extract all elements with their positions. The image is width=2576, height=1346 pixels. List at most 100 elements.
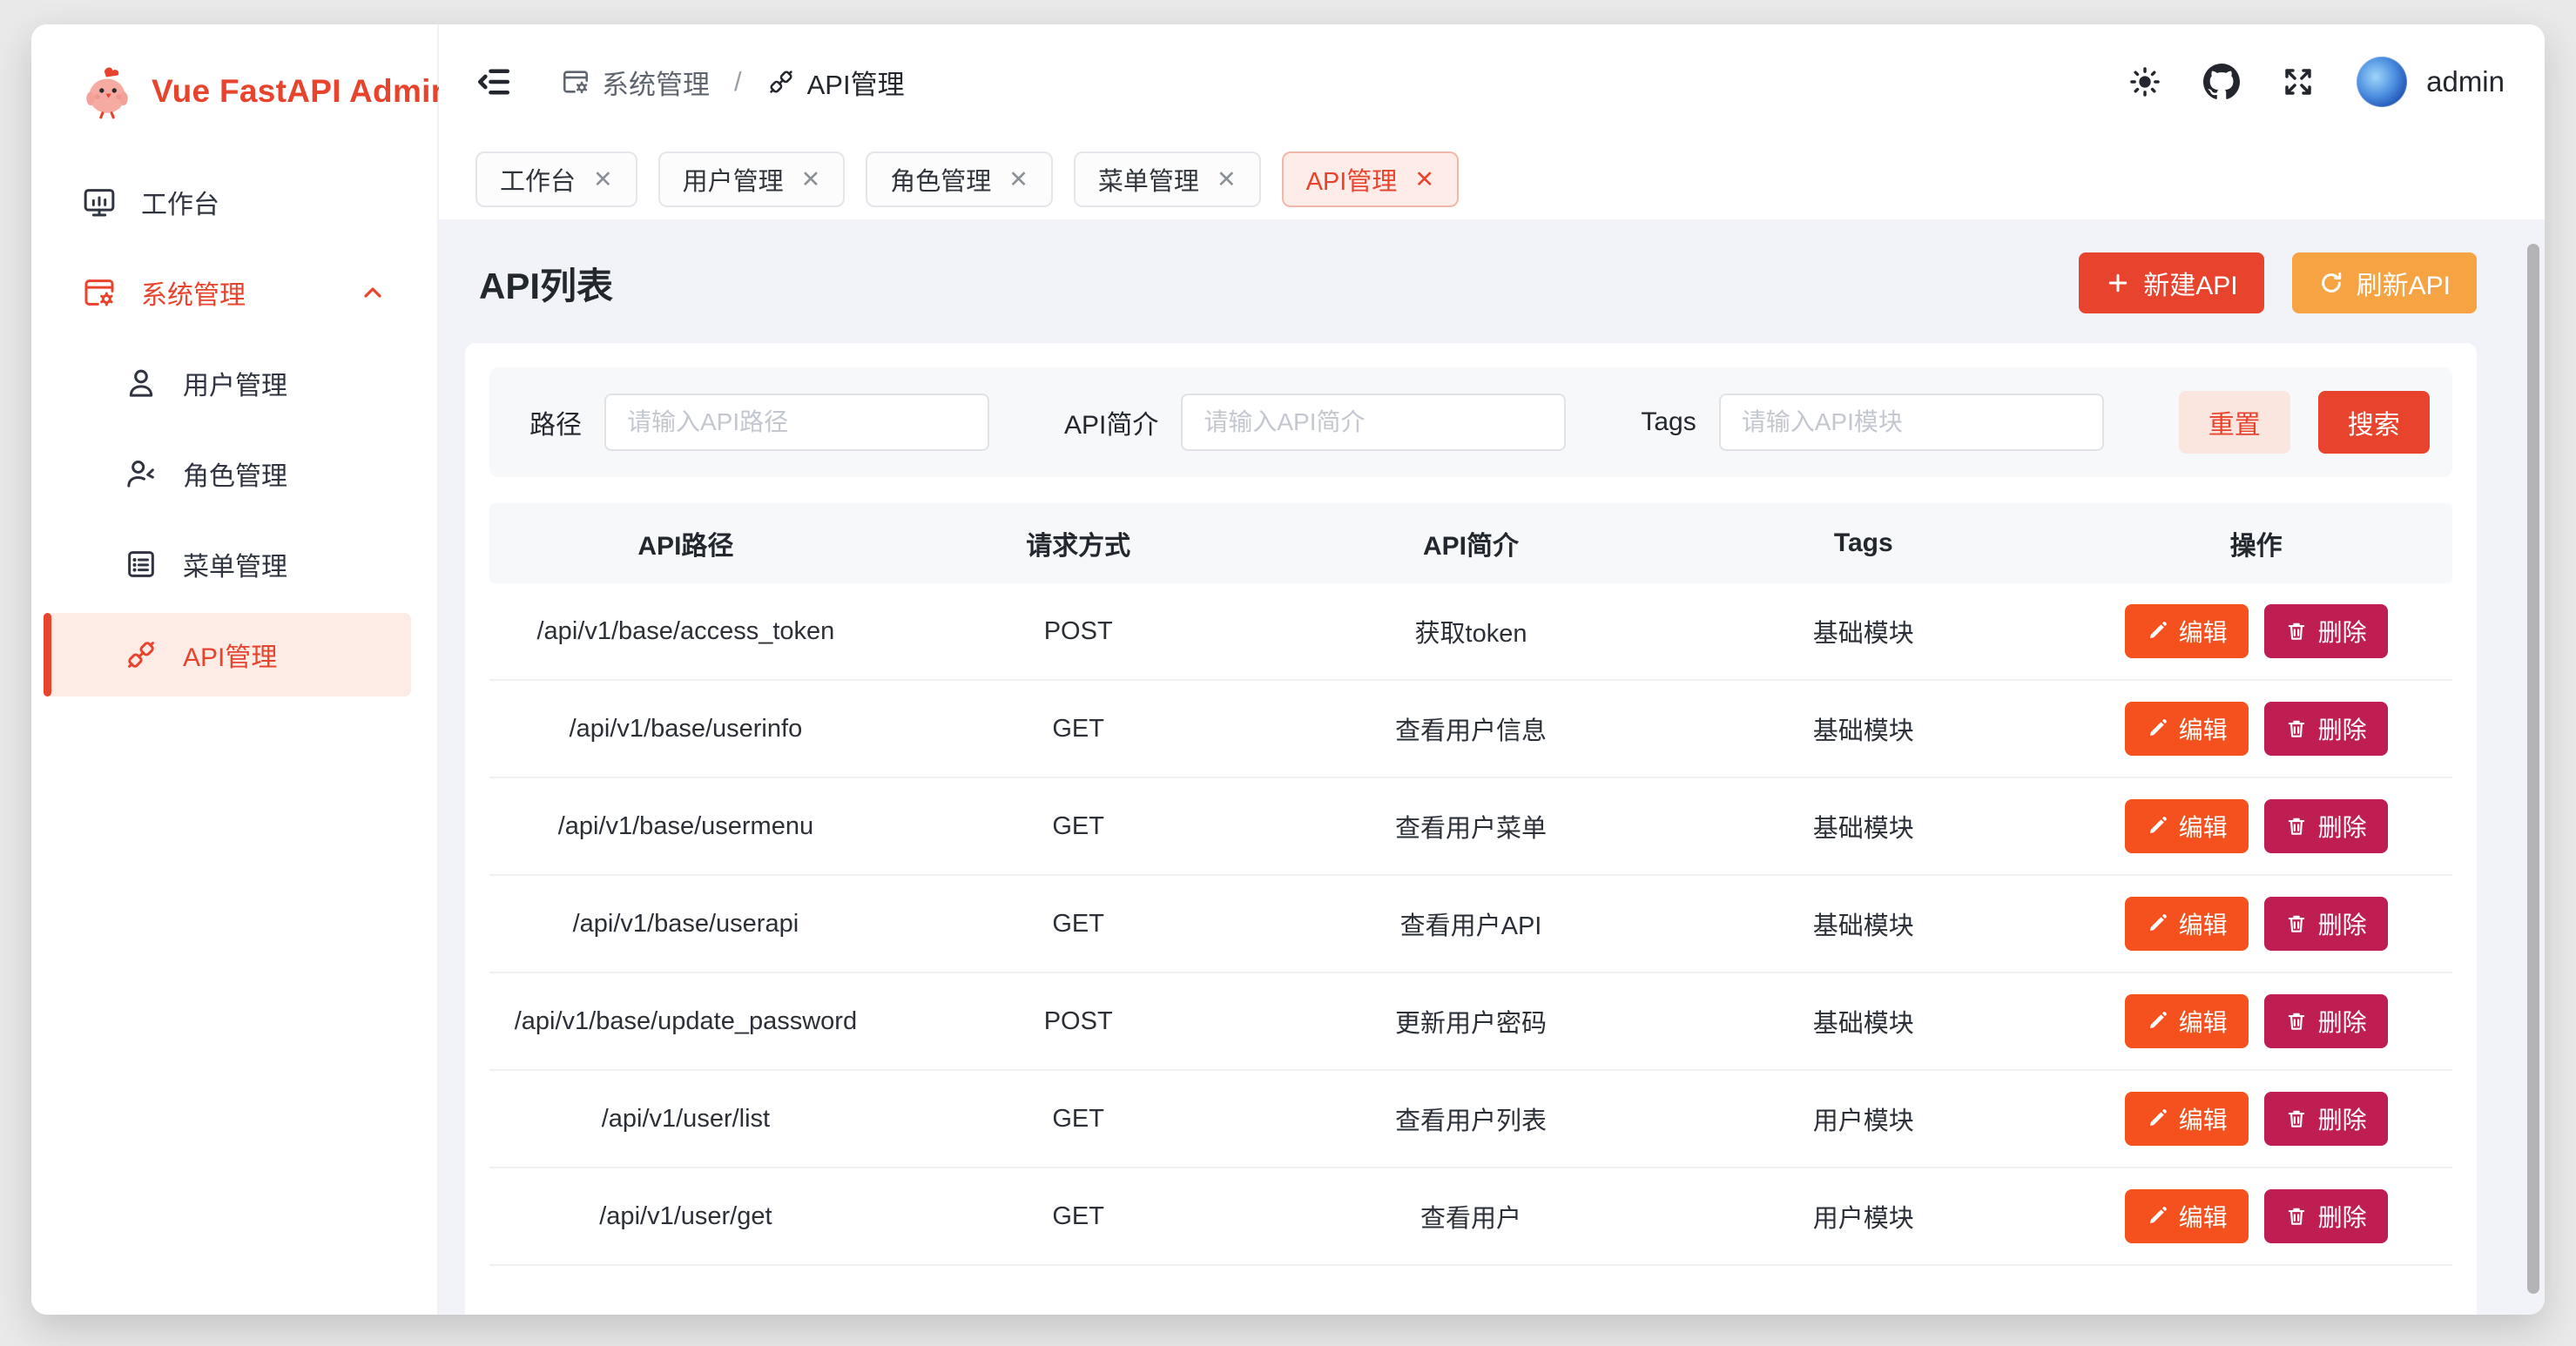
tab-label: API管理 <box>1306 161 1398 198</box>
github-icon[interactable] <box>2203 64 2240 100</box>
breadcrumb-label: 系统管理 <box>602 63 710 102</box>
edit-button[interactable]: 编辑 <box>2125 604 2249 658</box>
refresh-api-label: 刷新API <box>2357 264 2451 302</box>
pencil-icon <box>2146 1010 2168 1033</box>
cell-path: /api/v1/base/update_password <box>489 1007 882 1036</box>
tab-label: 工作台 <box>500 161 576 198</box>
delete-button[interactable]: 删除 <box>2264 799 2388 853</box>
reset-button[interactable]: 重置 <box>2179 391 2290 454</box>
user-icon <box>124 366 158 400</box>
delete-label: 删除 <box>2318 614 2367 649</box>
close-tab-icon[interactable]: ✕ <box>801 168 821 192</box>
monitor-icon <box>82 185 117 219</box>
cell-tags: 用户模块 <box>1667 1198 2060 1235</box>
tab-users[interactable]: 用户管理 ✕ <box>658 151 846 207</box>
cell-path: /api/v1/base/usermenu <box>489 812 882 841</box>
breadcrumb-label: API管理 <box>807 63 905 102</box>
tab-api[interactable]: API管理 ✕ <box>1282 151 1459 207</box>
cell-summary: 查看用户 <box>1275 1198 1668 1235</box>
refresh-api-button[interactable]: 刷新API <box>2292 252 2477 313</box>
tab-label: 用户管理 <box>683 161 784 198</box>
role-icon <box>124 456 158 491</box>
sidebar-item-menus[interactable]: 菜单管理 <box>44 522 411 606</box>
page-title: API列表 <box>479 257 613 310</box>
app-logo[interactable]: Vue FastAPI Admin <box>31 24 437 143</box>
sidebar-item-label: 工作台 <box>141 183 219 221</box>
refresh-icon <box>2318 270 2344 296</box>
table-row: /api/v1/base/userinfo GET 查看用户信息 基础模块 编辑… <box>489 681 2452 778</box>
close-tab-icon[interactable]: ✕ <box>1414 168 1434 192</box>
cell-tags: 基础模块 <box>1667 710 2060 747</box>
delete-button[interactable]: 删除 <box>2264 1189 2388 1243</box>
theme-toggle-sun-icon[interactable] <box>2128 65 2161 98</box>
system-gear-icon <box>561 67 590 97</box>
delete-button[interactable]: 删除 <box>2264 1092 2388 1146</box>
trash-icon <box>2285 1205 2308 1228</box>
breadcrumb: 系统管理 / API管理 <box>561 63 905 102</box>
close-tab-icon[interactable]: ✕ <box>1008 168 1028 192</box>
breadcrumb-separator: / <box>727 66 749 98</box>
api-list-card: 路径 API简介 Tags 重置 搜索 <box>465 343 2477 1315</box>
cell-tags: 基础模块 <box>1667 808 2060 845</box>
cell-actions: 编辑 删除 <box>2060 897 2452 951</box>
cell-summary: 获取token <box>1275 613 1668 649</box>
cell-tags: 基础模块 <box>1667 905 2060 942</box>
cell-path: /api/v1/user/list <box>489 1105 882 1134</box>
delete-button[interactable]: 删除 <box>2264 897 2388 951</box>
sidebar-item-workbench[interactable]: 工作台 <box>44 160 411 244</box>
tab-bar: 工作台 ✕ 用户管理 ✕ 角色管理 ✕ 菜单管理 ✕ API管理 ✕ <box>439 139 2545 219</box>
delete-button[interactable]: 删除 <box>2264 994 2388 1048</box>
edit-button[interactable]: 编辑 <box>2125 702 2249 756</box>
system-gear-icon <box>82 275 117 310</box>
filter-path: 路径 <box>529 394 989 451</box>
filter-summary: API简介 <box>1064 394 1566 451</box>
filter-bar: 路径 API简介 Tags 重置 搜索 <box>489 367 2452 477</box>
tab-roles[interactable]: 角色管理 ✕ <box>866 151 1053 207</box>
close-tab-icon[interactable]: ✕ <box>593 168 613 192</box>
edit-button[interactable]: 编辑 <box>2125 994 2249 1048</box>
sidebar-item-roles[interactable]: 角色管理 <box>44 432 411 515</box>
tab-workbench[interactable]: 工作台 ✕ <box>475 151 637 207</box>
cell-method: POST <box>882 1007 1275 1036</box>
close-tab-icon[interactable]: ✕ <box>1217 168 1237 192</box>
cell-tags: 基础模块 <box>1667 1003 2060 1040</box>
table-row: /api/v1/base/usermenu GET 查看用户菜单 基础模块 编辑… <box>489 778 2452 876</box>
user-menu[interactable]: admin <box>2357 57 2505 107</box>
cell-method: GET <box>882 1202 1275 1231</box>
sidebar-item-users[interactable]: 用户管理 <box>44 341 411 425</box>
sidebar-item-system[interactable]: 系统管理 <box>44 251 411 334</box>
breadcrumb-item-api[interactable]: API管理 <box>766 63 905 102</box>
tags-input[interactable] <box>1719 394 2104 451</box>
breadcrumb-item-system[interactable]: 系统管理 <box>561 63 710 102</box>
cell-summary: 查看用户API <box>1275 905 1668 942</box>
table-row: /api/v1/user/get GET 查看用户 用户模块 编辑 删除 <box>489 1168 2452 1266</box>
edit-button[interactable]: 编辑 <box>2125 799 2249 853</box>
app-title: Vue FastAPI Admin <box>152 73 451 110</box>
create-api-button[interactable]: 新建API <box>2079 252 2263 313</box>
pencil-icon <box>2146 1205 2168 1228</box>
search-button[interactable]: 搜索 <box>2318 391 2430 454</box>
filter-actions: 重置 搜索 <box>2179 391 2430 454</box>
table-row: /api/v1/user/list GET 查看用户列表 用户模块 编辑 删除 <box>489 1071 2452 1168</box>
edit-button[interactable]: 编辑 <box>2125 1092 2249 1146</box>
delete-button[interactable]: 删除 <box>2264 702 2388 756</box>
filter-tags: Tags <box>1641 394 2103 451</box>
edit-button[interactable]: 编辑 <box>2125 1189 2249 1243</box>
tab-label: 角色管理 <box>890 161 991 198</box>
edit-button[interactable]: 编辑 <box>2125 897 2249 951</box>
fullscreen-icon[interactable] <box>2282 65 2315 98</box>
api-table: API路径 请求方式 API简介 Tags 操作 /api/v1/base/ac… <box>489 503 2452 1266</box>
sidebar-collapse-icon[interactable] <box>475 64 512 100</box>
vertical-scrollbar[interactable] <box>2527 244 2539 1294</box>
cell-method: GET <box>882 1105 1275 1134</box>
tab-menus[interactable]: 菜单管理 ✕ <box>1074 151 1261 207</box>
trash-icon <box>2285 1010 2308 1033</box>
sidebar-item-api[interactable]: API管理 <box>44 613 411 697</box>
cell-method: POST <box>882 617 1275 646</box>
delete-button[interactable]: 删除 <box>2264 604 2388 658</box>
cell-path: /api/v1/base/userinfo <box>489 715 882 744</box>
delete-label: 删除 <box>2318 1004 2367 1039</box>
path-input[interactable] <box>604 394 989 451</box>
summary-input[interactable] <box>1181 394 1566 451</box>
column-header-actions: 操作 <box>2060 524 2452 562</box>
